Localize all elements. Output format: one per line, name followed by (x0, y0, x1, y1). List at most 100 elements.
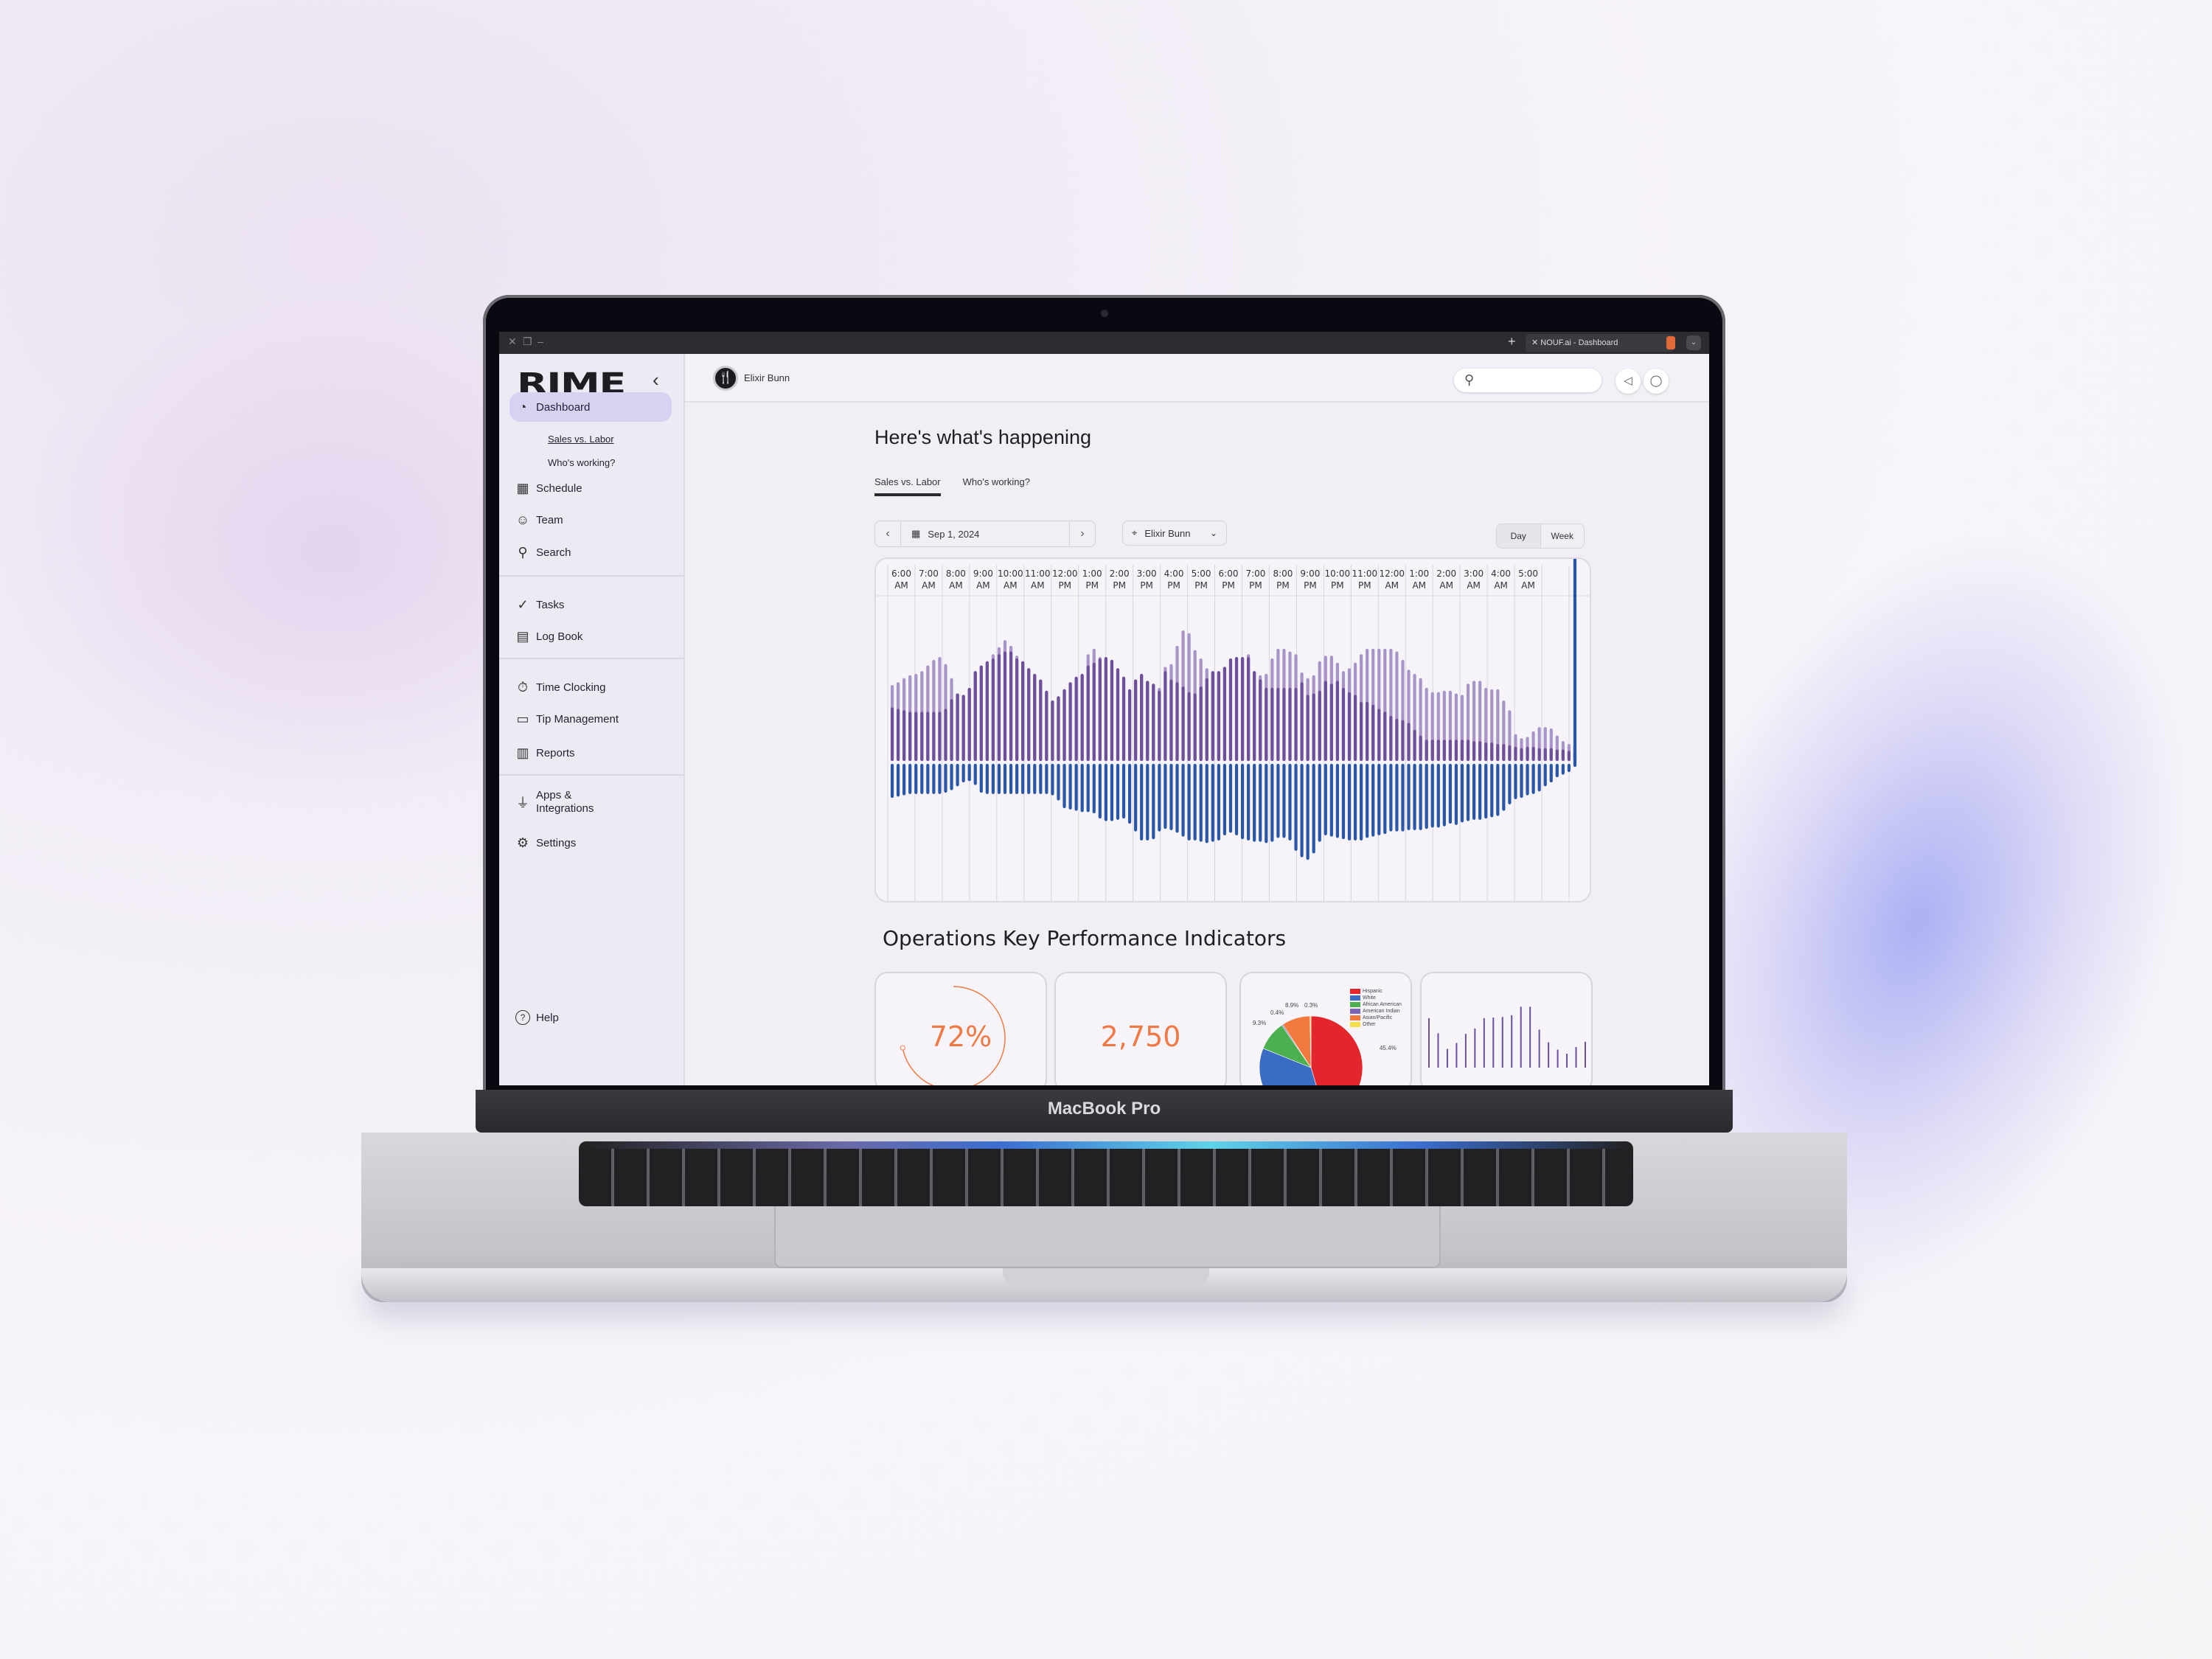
laptop-lid-notch (1003, 1268, 1209, 1286)
kpi-card-count[interactable]: 2,750 (1054, 972, 1227, 1085)
tab-sales-vs-labor[interactable]: Sales vs. Labor (874, 476, 941, 496)
kpi-section-title: Operations Key Performance Indicators (883, 926, 1287, 950)
org-name[interactable]: Elixir Bunn (744, 372, 790, 383)
x-tick-label: 11:00 (1025, 568, 1051, 579)
sidebar-item-dashboard[interactable]: ◔ Dashboard (509, 392, 672, 422)
x-tick-label: 3:00 (1464, 568, 1484, 579)
legend-label: Other (1363, 1022, 1376, 1027)
checkmark-icon: ✓ (517, 597, 529, 612)
sidebar-item-log-book[interactable]: ▤ Log Book (509, 622, 672, 651)
sidebar-divider (499, 658, 684, 659)
webcam (1101, 310, 1108, 317)
window-minimize-icon[interactable]: – (538, 335, 543, 347)
announcements-button[interactable]: ◁ (1615, 369, 1641, 394)
next-day-button[interactable]: › (1070, 521, 1095, 546)
sidebar-item-settings[interactable]: ⚙ Settings (509, 828, 672, 858)
browser-tab-active[interactable]: ✕ NOUF.ai - Dashboard (1526, 334, 1673, 352)
tab-whos-working[interactable]: Who's working? (963, 476, 1030, 496)
x-tick-label: 4:00 (1164, 568, 1184, 579)
search-icon: ⚲ (1464, 372, 1475, 387)
date-picker: ‹ ▦ Sep 1, 2024 › (874, 521, 1096, 547)
plug-icon: ⏚ (516, 796, 529, 810)
date-field[interactable]: ▦ Sep 1, 2024 (900, 521, 1070, 546)
kpi-card-percentage[interactable]: 72% (874, 972, 1047, 1085)
x-tick-label: 6:00 (1219, 568, 1239, 579)
x-tick-label: AM (922, 580, 936, 591)
pie-legend-entry: American Indian (1350, 1008, 1402, 1015)
x-tick-label: AM (894, 580, 908, 591)
x-tick-label: 5:00 (1192, 568, 1211, 579)
x-tick-label: 12:00 (1052, 568, 1078, 579)
location-value: Elixir Bunn (1144, 527, 1191, 539)
megaphone-icon: ◁ (1624, 375, 1632, 387)
sidebar-item-reports[interactable]: ▥ Reports (509, 738, 672, 768)
sidebar-item-help[interactable]: ? Help (509, 1003, 672, 1032)
pie-legend-entry: Other (1350, 1021, 1402, 1028)
location-select[interactable]: ⌖ Elixir Bunn ⌄ (1122, 521, 1227, 546)
sidebar-item-label: Tasks (536, 598, 565, 611)
window-close-icon[interactable]: ✕ (508, 335, 517, 348)
x-tick-label: 11:00 (1352, 568, 1378, 579)
x-tick-label: 4:00 (1491, 568, 1511, 579)
sidebar-item-label: Team (536, 513, 563, 526)
sidebar-item-time-clocking[interactable]: ⏱ Time Clocking (509, 672, 672, 702)
org-avatar[interactable]: 🍴 (713, 366, 738, 391)
x-tick-label: 9:00 (973, 568, 993, 579)
range-toggle: Day Week (1496, 524, 1585, 549)
x-tick-label: AM (1521, 580, 1535, 591)
pie-data-label: 0.4% (1270, 1009, 1284, 1016)
browser-tab-bar: ✕ ❐ – + ✕ NOUF.ai - Dashboard ⌄ (499, 332, 1709, 354)
browser-menu-button[interactable]: ⌄ (1686, 335, 1701, 350)
x-tick-label: 1:00 (1409, 568, 1429, 579)
new-tab-button[interactable]: + (1508, 334, 1516, 349)
laptop-touchbar (582, 1141, 1630, 1149)
x-tick-label: 9:00 (1300, 568, 1320, 579)
sidebar-item-search[interactable]: ⚲ Search (509, 538, 672, 567)
x-tick-label: PM (1249, 580, 1262, 591)
sidebar-item-tasks[interactable]: ✓ Tasks (509, 590, 672, 619)
pie-data-label: 8.9% (1285, 1002, 1298, 1009)
mini-bar-chart-svg (1428, 1006, 1586, 1068)
range-week-button[interactable]: Week (1541, 524, 1585, 548)
pie-legend-entry: White (1350, 995, 1402, 1001)
x-tick-label: AM (1004, 580, 1018, 591)
x-tick-label: 10:00 (1325, 568, 1351, 579)
legend-swatch (1350, 1015, 1360, 1020)
kpi-card-demographics-pie[interactable]: 45.4% 9.3% 0.4% 8.9% 0.3% Hispanic White Afric… (1239, 972, 1412, 1085)
sidebar-item-schedule[interactable]: ▦ Schedule (509, 473, 672, 503)
range-day-button[interactable]: Day (1497, 524, 1541, 548)
sidebar-item-apps-integrations[interactable]: ⏚ Apps & Integrations (509, 787, 613, 817)
extension-icon[interactable] (1666, 336, 1675, 349)
x-tick-label: PM (1276, 580, 1290, 591)
chat-bubble-icon: ◯ (1649, 375, 1663, 387)
x-tick-label: AM (976, 580, 990, 591)
date-value: Sep 1, 2024 (928, 528, 980, 540)
sidebar-item-label: Search (536, 546, 571, 559)
previous-day-button[interactable]: ‹ (875, 521, 900, 546)
chat-button[interactable]: ◯ (1644, 369, 1669, 394)
x-tick-label: AM (1494, 580, 1508, 591)
calendar-icon: ▦ (516, 480, 529, 495)
collapse-sidebar-button[interactable]: ‹ (653, 369, 659, 392)
sidebar-item-team[interactable]: ☺ Team (509, 505, 672, 535)
sidebar-divider (499, 774, 684, 776)
sidebar-item-label: Settings (536, 836, 577, 849)
clipboard-icon: ▤ (516, 628, 529, 644)
location-pin-icon: ⌖ (1132, 527, 1138, 538)
pie-legend-entry: African American (1350, 1001, 1402, 1008)
sidebar-item-label: Dashboard (536, 400, 591, 414)
legend-label: African American (1363, 1002, 1402, 1007)
window-restore-icon[interactable]: ❐ (523, 335, 532, 348)
sidebar-item-label: Schedule (536, 481, 582, 495)
sidebar-item-label: Tip Management (536, 712, 619, 726)
sidebar-item-tip-management[interactable]: ▭ Tip Management (509, 704, 672, 734)
kpi-card-mini-bars[interactable] (1420, 972, 1593, 1085)
x-tick-label: PM (1167, 580, 1180, 591)
kpi-value: 72% (929, 1020, 992, 1053)
search-input[interactable]: ⚲ (1454, 369, 1601, 392)
sidebar-subitem-whos-working[interactable]: Who's working? (548, 457, 615, 468)
sidebar-subitem-sales-vs-labor[interactable]: Sales vs. Labor (548, 434, 614, 445)
x-tick-label: PM (1140, 580, 1153, 591)
page-title: Here's what's happening (874, 426, 1091, 448)
legend-label: White (1363, 995, 1376, 1001)
